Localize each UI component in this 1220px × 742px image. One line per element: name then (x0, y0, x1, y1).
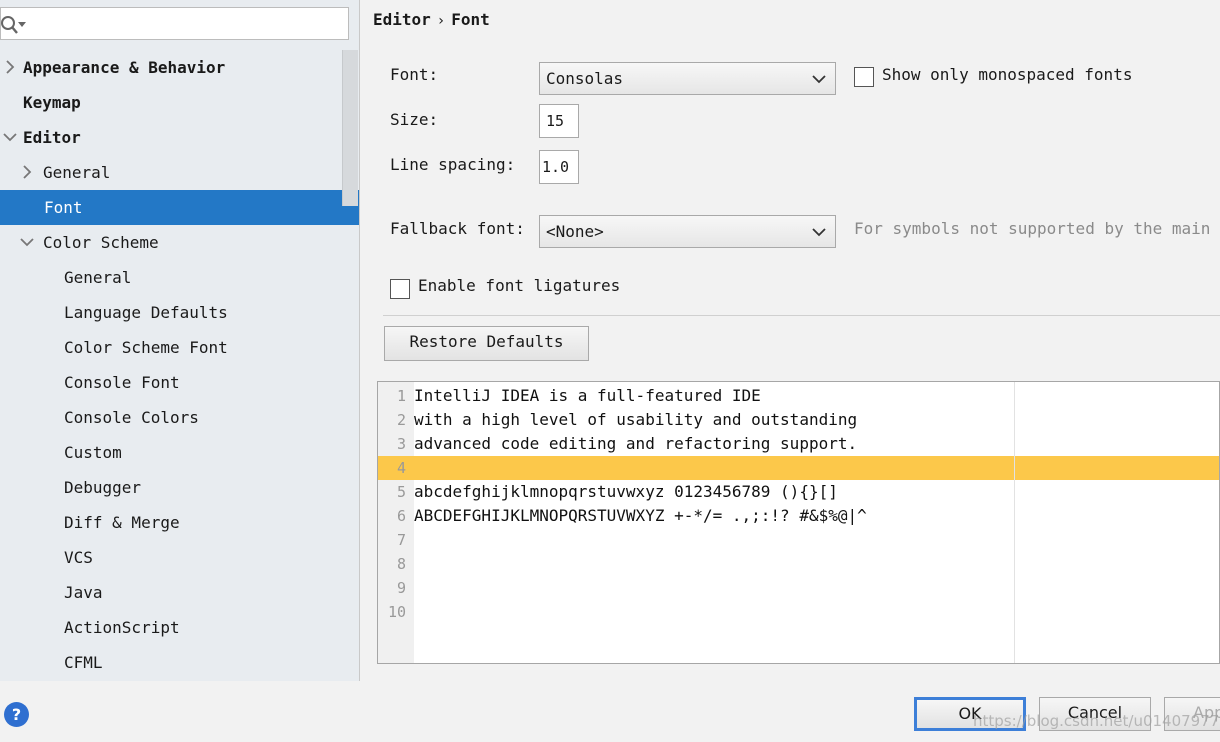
tree-item-label: ActionScript (64, 618, 180, 637)
font-ligatures-checkbox[interactable] (390, 279, 410, 299)
preview-line: 3 advanced code editing and refactoring … (378, 432, 1219, 456)
size-label: Size: (390, 110, 439, 129)
tree-item-font[interactable]: Font (0, 190, 359, 225)
line-number: 3 (396, 435, 406, 453)
tree-item-label: Appearance & Behavior (23, 58, 226, 77)
tree-item-java[interactable]: Java (0, 575, 359, 610)
tree-item-debugger[interactable]: Debugger (0, 470, 359, 505)
tree-scrollbar-thumb[interactable] (342, 50, 358, 206)
tree-item-editor[interactable]: Editor (0, 120, 359, 155)
tree-item-label: Debugger (64, 478, 142, 497)
search-icon[interactable] (0, 14, 27, 36)
tree-item-label: Font (44, 198, 83, 217)
tree-item-label: Console Colors (64, 408, 199, 427)
line-number: 6 (396, 507, 406, 525)
fallback-font-hint: For symbols not supported by the main (854, 219, 1211, 238)
line-text: advanced code editing and refactoring su… (414, 434, 858, 453)
line-text: with a high level of usability and outst… (414, 410, 858, 429)
settings-search-field[interactable] (0, 7, 349, 40)
tree-item-color-scheme-general[interactable]: General (0, 260, 359, 295)
breadcrumb-separator: › (436, 13, 446, 29)
tree-item-console-font[interactable]: Console Font (0, 365, 359, 400)
tree-item-actionscript[interactable]: ActionScript (0, 610, 359, 645)
tree-item-label: CFML (64, 653, 103, 672)
tree-item-appearance-behavior[interactable]: Appearance & Behavior (0, 50, 359, 85)
line-number: 8 (396, 555, 406, 573)
preview-line-current: 4 (378, 456, 1219, 480)
tree-item-label: Custom (64, 443, 122, 462)
chevron-down-icon[interactable] (19, 234, 35, 250)
preview-line: 5 abcdefghijklmnopqrstuvwxyz 0123456789 … (378, 480, 1219, 504)
preview-line: 7 (378, 528, 1219, 552)
settings-tree: Appearance & Behavior Keymap Editor Gene… (0, 0, 360, 681)
line-number: 5 (396, 483, 406, 501)
preview-line: 10 (378, 600, 1219, 624)
line-text: ABCDEFGHIJKLMNOPQRSTUVWXYZ +-*/= .,;:!? … (414, 506, 867, 525)
font-preview-editor[interactable]: 1 IntelliJ IDEA is a full-featured IDE 2… (377, 381, 1220, 664)
preview-line: 6 ABCDEFGHIJKLMNOPQRSTUVWXYZ +-*/= .,;:!… (378, 504, 1219, 528)
tree-item-label: Console Font (64, 373, 180, 392)
tree-item-label: Color Scheme (43, 233, 159, 252)
preview-line: 8 (378, 552, 1219, 576)
chevron-down-icon (812, 75, 826, 84)
monospaced-only-checkbox[interactable] (854, 67, 874, 87)
right-margin-guide (1014, 382, 1015, 663)
breadcrumb-section: Editor (373, 10, 431, 29)
line-spacing-label: Line spacing: (390, 155, 516, 174)
tree-item-cfml[interactable]: CFML (0, 645, 359, 680)
line-number: 10 (387, 603, 406, 621)
tree-item-label: General (64, 268, 132, 287)
line-spacing-field[interactable]: 1.0 (539, 150, 579, 184)
font-dropdown-value: Consolas (546, 69, 624, 88)
preview-line: 1 IntelliJ IDEA is a full-featured IDE (378, 384, 1219, 408)
line-text: IntelliJ IDEA is a full-featured IDE (414, 386, 761, 405)
line-number: 2 (396, 411, 406, 429)
tree-item-vcs[interactable]: VCS (0, 540, 359, 575)
breadcrumb: Editor › Font (373, 10, 490, 29)
tree-item-editor-general[interactable]: General (0, 155, 359, 190)
breadcrumb-page: Font (451, 10, 490, 29)
preview-line: 2 with a high level of usability and out… (378, 408, 1219, 432)
font-label: Font: (390, 65, 439, 84)
tree-item-label: Editor (23, 128, 81, 147)
size-field[interactable]: 15 (539, 104, 579, 138)
tree-item-label: Color Scheme Font (64, 338, 228, 357)
line-number: 1 (396, 387, 406, 405)
line-number: 9 (396, 579, 406, 597)
tree-item-diff-merge[interactable]: Diff & Merge (0, 505, 359, 540)
font-ligatures-label[interactable]: Enable font ligatures (418, 276, 620, 295)
tree-item-console-colors[interactable]: Console Colors (0, 400, 359, 435)
tree-item-label: Keymap (23, 93, 81, 112)
fallback-font-value: <None> (546, 222, 604, 241)
section-divider (383, 315, 1220, 316)
tree-item-language-defaults[interactable]: Language Defaults (0, 295, 359, 330)
chevron-down-icon (812, 228, 826, 237)
tree-item-label: Language Defaults (64, 303, 228, 322)
tree-item-label: Java (64, 583, 103, 602)
tree-item-label: VCS (64, 548, 93, 567)
font-dropdown[interactable]: Consolas (539, 62, 836, 95)
preview-line: 9 (378, 576, 1219, 600)
monospaced-only-label[interactable]: Show only monospaced fonts (882, 65, 1132, 84)
tree-item-label: Diff & Merge (64, 513, 180, 532)
chevron-right-icon[interactable] (2, 59, 18, 75)
line-text: abcdefghijklmnopqrstuvwxyz 0123456789 ()… (414, 482, 838, 501)
tree-item-keymap[interactable]: Keymap (0, 85, 359, 120)
tree-item-color-scheme-font[interactable]: Color Scheme Font (0, 330, 359, 365)
fallback-font-label: Fallback font: (390, 219, 525, 238)
line-number: 4 (396, 459, 406, 477)
tree-item-label: General (43, 163, 111, 182)
chevron-down-icon[interactable] (2, 129, 18, 145)
tree-item-color-scheme[interactable]: Color Scheme (0, 225, 359, 260)
help-icon[interactable]: ? (4, 702, 29, 727)
tree-item-custom[interactable]: Custom (0, 435, 359, 470)
fallback-font-dropdown[interactable]: <None> (539, 215, 836, 248)
settings-search-input[interactable] (31, 12, 345, 37)
watermark: https://blog.csdn.net/u014079773 (973, 712, 1220, 730)
chevron-right-icon[interactable] (19, 164, 35, 180)
line-number: 7 (396, 531, 406, 549)
restore-defaults-button[interactable]: Restore Defaults (384, 326, 589, 361)
